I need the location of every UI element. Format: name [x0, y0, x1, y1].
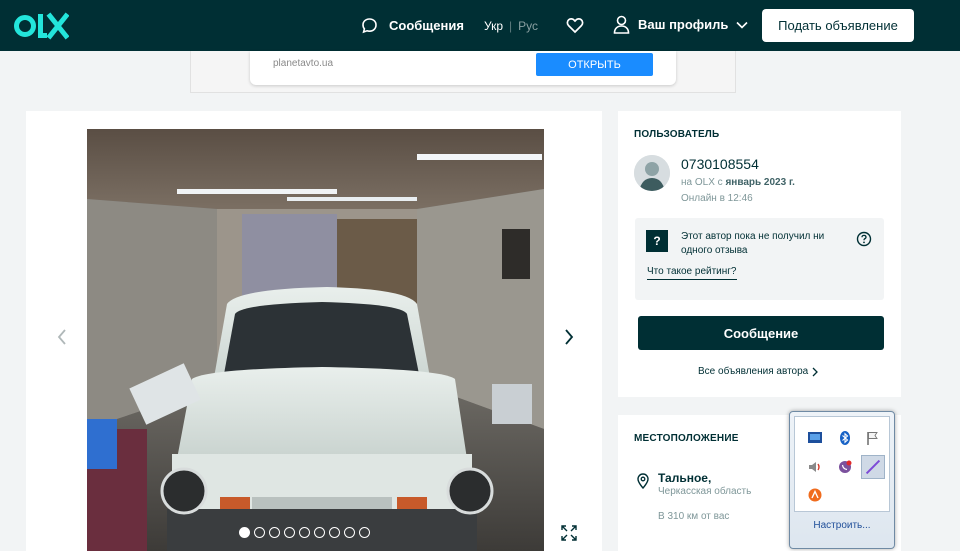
user-since-date: январь 2023 г.: [725, 177, 795, 188]
ad-open-button[interactable]: ОТКРЫТЬ: [536, 53, 653, 76]
rating-info-link[interactable]: Что такое рейтинг?: [647, 266, 737, 280]
gallery-dot[interactable]: [284, 527, 295, 538]
gallery-dot[interactable]: [359, 527, 370, 538]
gallery-dot[interactable]: [314, 527, 325, 538]
gallery-dot[interactable]: [344, 527, 355, 538]
user-since-prefix: на OLX с: [681, 177, 723, 188]
chevron-right-icon: [812, 367, 819, 376]
system-tray-overflow: Настроить...: [789, 411, 895, 549]
chat-bubble-icon: [362, 18, 377, 34]
tray-configure-link[interactable]: Настроить...: [794, 514, 890, 544]
avatar[interactable]: [634, 155, 670, 191]
favorites-heart-icon[interactable]: [566, 17, 584, 34]
gallery-dot[interactable]: [329, 527, 340, 538]
car-photo[interactable]: [87, 129, 544, 551]
rating-box: ? Этот автор пока не получил ни одного о…: [635, 218, 884, 300]
profile-label: Ваш профиль: [638, 17, 729, 32]
lang-ukr[interactable]: Укр: [484, 19, 503, 33]
action-center-flag-icon[interactable]: [865, 430, 881, 446]
tray-icons-panel: [794, 416, 890, 512]
user-card-title: ПОЛЬЗОВАТЕЛЬ: [634, 129, 720, 140]
gallery-pagination: [239, 527, 370, 538]
all-ads-label: Все объявления автора: [698, 366, 809, 377]
all-author-ads-link[interactable]: Все объявления автора: [698, 366, 819, 377]
viber-icon[interactable]: [837, 459, 853, 475]
lang-separator: |: [509, 19, 513, 33]
avast-icon[interactable]: [807, 487, 823, 503]
gallery-dot[interactable]: [239, 527, 250, 538]
help-icon[interactable]: [856, 231, 872, 247]
user-card: ПОЛЬЗОВАТЕЛЬ 0730108554 на OLX с январь …: [618, 111, 901, 397]
ad-site-label: planetavto.ua: [273, 58, 334, 69]
location-card-title: МЕСТОПОЛОЖЕНИЕ: [634, 433, 739, 444]
chevron-down-icon: [736, 21, 748, 29]
chevron-right-icon: [565, 329, 574, 345]
location-pin-icon: [637, 473, 649, 489]
ad-banner[interactable]: planetavto.ua ОТКРЫТЬ: [250, 51, 676, 85]
post-ad-button[interactable]: Подать объявление: [762, 9, 914, 42]
gallery-dot[interactable]: [269, 527, 280, 538]
user-icon: [613, 15, 630, 34]
location-city: Тальное,: [658, 471, 712, 485]
profile-menu[interactable]: Ваш профиль: [613, 15, 748, 34]
next-photo-button[interactable]: [558, 325, 580, 349]
top-header: Сообщения Укр | Рус Ваш профиль Подать объ…: [0, 0, 960, 51]
messages-link[interactable]: Сообщения: [361, 17, 464, 34]
volume-icon[interactable]: [807, 459, 823, 475]
monitor-app-icon[interactable]: [807, 430, 823, 446]
chevron-left-icon: [57, 329, 66, 345]
lang-rus[interactable]: Рус: [518, 19, 538, 33]
avatar-icon: [634, 155, 670, 191]
user-since: на OLX с январь 2023 г.: [681, 177, 795, 188]
gallery-dot[interactable]: [299, 527, 310, 538]
user-online-status: Онлайн в 12:46: [681, 193, 753, 204]
photo-gallery: [26, 111, 602, 551]
fullscreen-icon[interactable]: [559, 523, 579, 543]
gallery-dot[interactable]: [254, 527, 265, 538]
bluetooth-icon[interactable]: [837, 430, 853, 446]
rating-badge: ?: [646, 230, 668, 252]
prev-photo-button[interactable]: [51, 325, 73, 349]
location-region: Черкасская область: [658, 486, 752, 497]
send-message-button[interactable]: Сообщение: [638, 316, 884, 350]
location-distance: В 310 км от вас: [658, 511, 730, 522]
user-name[interactable]: 0730108554: [681, 156, 759, 172]
language-switcher: Укр | Рус: [484, 19, 538, 33]
messages-label: Сообщения: [389, 18, 464, 33]
rating-text: Этот автор пока не получил ни одного отз…: [681, 231, 825, 256]
pen-tool-icon[interactable]: [861, 455, 885, 479]
olx-logo[interactable]: [13, 12, 69, 40]
